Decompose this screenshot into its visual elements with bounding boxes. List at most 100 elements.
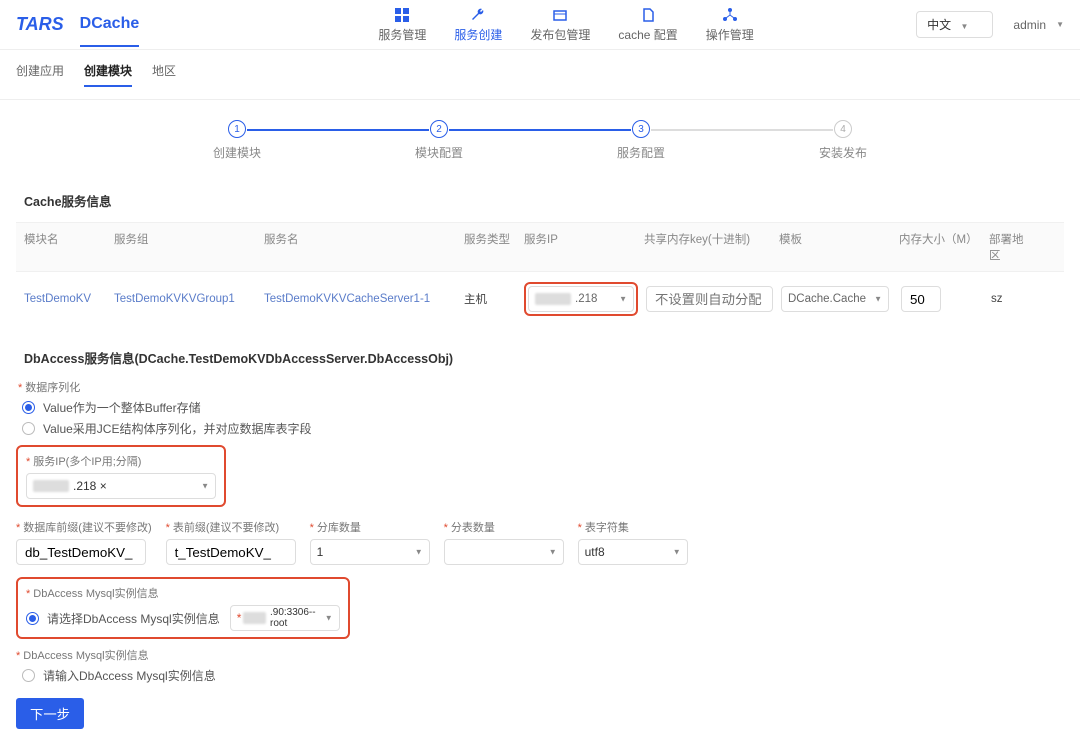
field-db-prefix: *数据库前缀(建议不要修改) xyxy=(16,519,152,565)
subtab-region[interactable]: 地区 xyxy=(152,62,176,87)
dcache-logo[interactable]: DCache xyxy=(80,15,140,47)
radio-input-mysql[interactable]: 请输入DbAccess Mysql实例信息 xyxy=(22,667,1064,684)
subtab-create-module[interactable]: 创建模块 xyxy=(84,62,132,87)
select-value: 1 xyxy=(317,545,324,559)
th-service: 服务名 xyxy=(260,231,460,263)
ip-suffix: .218 xyxy=(575,293,597,305)
th-mem: 内存大小（M） xyxy=(895,231,985,263)
step-circle: 4 xyxy=(834,120,852,138)
grid-icon xyxy=(394,7,410,23)
charset-select[interactable]: utf8 ▼ xyxy=(578,539,688,565)
table-header: 模块名 服务组 服务名 服务类型 服务IP 共享内存key(十进制) 模板 内存… xyxy=(16,222,1064,272)
cache-table: 模块名 服务组 服务名 服务类型 服务IP 共享内存key(十进制) 模板 内存… xyxy=(16,222,1064,326)
nav-op-manage[interactable]: 操作管理 xyxy=(704,3,756,47)
dbaccess-section-title: DbAccess服务信息(DCache.TestDemoKVDbAccessSe… xyxy=(24,348,1064,367)
field-table-prefix: *表前缀(建议不要修改) xyxy=(166,519,296,565)
radio-select-mysql[interactable]: 请选择DbAccess Mysql实例信息 xyxy=(26,610,220,627)
radio-jce-storage[interactable]: Value采用JCE结构体序列化，并对应数据库表字段 xyxy=(22,420,1064,437)
service-ip-highlight: .218 ▼ xyxy=(524,282,638,316)
wrench-icon xyxy=(470,7,486,23)
radio-label: 请选择DbAccess Mysql实例信息 xyxy=(47,610,220,627)
cache-section-title: Cache服务信息 xyxy=(24,191,1064,210)
th-type: 服务类型 xyxy=(460,231,520,263)
subtab-create-app[interactable]: 创建应用 xyxy=(16,62,64,87)
chevron-down-icon: ▼ xyxy=(673,548,681,557)
mysql-block-label: *DbAccess Mysql实例信息 xyxy=(26,585,340,601)
mysql-block2-label: *DbAccess Mysql实例信息 xyxy=(16,647,1064,663)
field-charset: *表字符集 utf8 ▼ xyxy=(578,519,688,565)
step-1: 1 创建模块 xyxy=(136,120,338,161)
radio-icon xyxy=(22,669,35,682)
step-label: 服务配置 xyxy=(617,144,665,161)
radio-label: Value作为一个整体Buffer存储 xyxy=(43,399,201,416)
field-label: 表字符集 xyxy=(585,522,629,534)
step-label: 模块配置 xyxy=(415,144,463,161)
td-type: 主机 xyxy=(460,291,520,307)
radio-label: 请输入DbAccess Mysql实例信息 xyxy=(43,667,216,684)
service-ip-multiselect[interactable]: .218 × ▼ xyxy=(26,473,216,499)
chevron-down-icon: ▼ xyxy=(960,22,968,31)
radio-buffer-storage[interactable]: Value作为一个整体Buffer存储 xyxy=(22,399,1064,416)
mysql-instance-select[interactable]: * .90:3306--root ▼ xyxy=(230,605,340,631)
db-count-select[interactable]: 1 ▼ xyxy=(310,539,430,565)
service-ip-select[interactable]: .218 ▼ xyxy=(528,286,634,312)
field-db-count: *分库数量 1 ▼ xyxy=(310,519,430,565)
th-template: 模板 xyxy=(775,231,895,263)
nav-service-manage[interactable]: 服务管理 xyxy=(376,3,428,47)
field-label: 数据库前缀(建议不要修改) xyxy=(23,522,151,534)
nav-package-manage[interactable]: 发布包管理 xyxy=(528,3,592,47)
nodes-icon xyxy=(722,7,738,23)
th-area: 部署地区 xyxy=(985,231,1035,263)
language-select[interactable]: 中文 ▼ xyxy=(916,11,993,38)
chevron-down-icon: ▼ xyxy=(874,295,882,304)
mysql-instance-highlight: *DbAccess Mysql实例信息 请选择DbAccess Mysql实例信… xyxy=(16,577,350,639)
lang-value: 中文 xyxy=(927,18,951,32)
step-circle: 2 xyxy=(430,120,448,138)
chevron-down-icon: ▼ xyxy=(1056,20,1064,29)
nav-label: cache 配置 xyxy=(618,26,677,43)
select-value: utf8 xyxy=(585,545,605,559)
table-row: TestDemoKV TestDemoKVKVGroup1 TestDemoKV… xyxy=(16,272,1064,326)
nav-label: 操作管理 xyxy=(706,26,754,43)
nav-cache-config[interactable]: cache 配置 xyxy=(616,3,679,47)
step-circle: 3 xyxy=(632,120,650,138)
field-label: 表前缀(建议不要修改) xyxy=(173,522,279,534)
radio-icon xyxy=(22,422,35,435)
table-prefix-input[interactable] xyxy=(166,539,296,565)
th-module: 模块名 xyxy=(20,231,110,263)
chevron-down-icon: ▼ xyxy=(325,614,333,623)
ip-blur-icon xyxy=(535,293,571,305)
td-service: TestDemoKVKVCacheServer1-1 xyxy=(260,293,460,305)
mem-input[interactable] xyxy=(901,286,941,312)
chevron-down-icon: ▼ xyxy=(201,482,209,491)
radio-label: Value采用JCE结构体序列化，并对应数据库表字段 xyxy=(43,420,311,437)
nav-label: 服务管理 xyxy=(378,26,426,43)
field-label: 分表数量 xyxy=(451,522,495,534)
step-label: 创建模块 xyxy=(213,144,261,161)
next-button[interactable]: 下一步 xyxy=(16,698,84,729)
chevron-down-icon: ▼ xyxy=(549,548,557,557)
template-select[interactable]: DCache.Cache ▼ xyxy=(781,286,889,312)
package-icon xyxy=(552,7,568,23)
main-content: 1 创建模块 2 模块配置 3 服务配置 4 安装发布 Cache服务信息 模块… xyxy=(0,100,1080,749)
user-name: admin xyxy=(1013,18,1046,32)
tars-logo: TARS xyxy=(16,14,64,35)
nav-service-create[interactable]: 服务创建 xyxy=(452,3,504,47)
th-ip: 服务IP xyxy=(520,231,640,263)
td-module: TestDemoKV xyxy=(20,293,110,305)
top-header: TARS DCache 服务管理 服务创建 发布包管理 cache 配置 操作管… xyxy=(0,0,1080,50)
ip-blur-icon xyxy=(33,480,69,492)
shm-key-input[interactable] xyxy=(646,286,773,312)
logo-group: TARS DCache xyxy=(16,3,216,47)
th-group: 服务组 xyxy=(110,231,260,263)
nav-label: 服务创建 xyxy=(454,26,502,43)
mysql-value: .90:3306--root xyxy=(270,607,321,629)
db-fields-row: *数据库前缀(建议不要修改) *表前缀(建议不要修改) *分库数量 1 ▼ *分… xyxy=(16,511,1064,573)
service-ip-label: *服务IP(多个IP用;分隔) xyxy=(26,453,216,469)
db-prefix-input[interactable] xyxy=(16,539,146,565)
user-menu[interactable]: admin ▼ xyxy=(1013,18,1064,32)
step-2: 2 模块配置 xyxy=(338,120,540,161)
table-count-select[interactable]: ▼ xyxy=(444,539,564,565)
file-icon xyxy=(640,7,656,23)
radio-icon xyxy=(26,612,39,625)
